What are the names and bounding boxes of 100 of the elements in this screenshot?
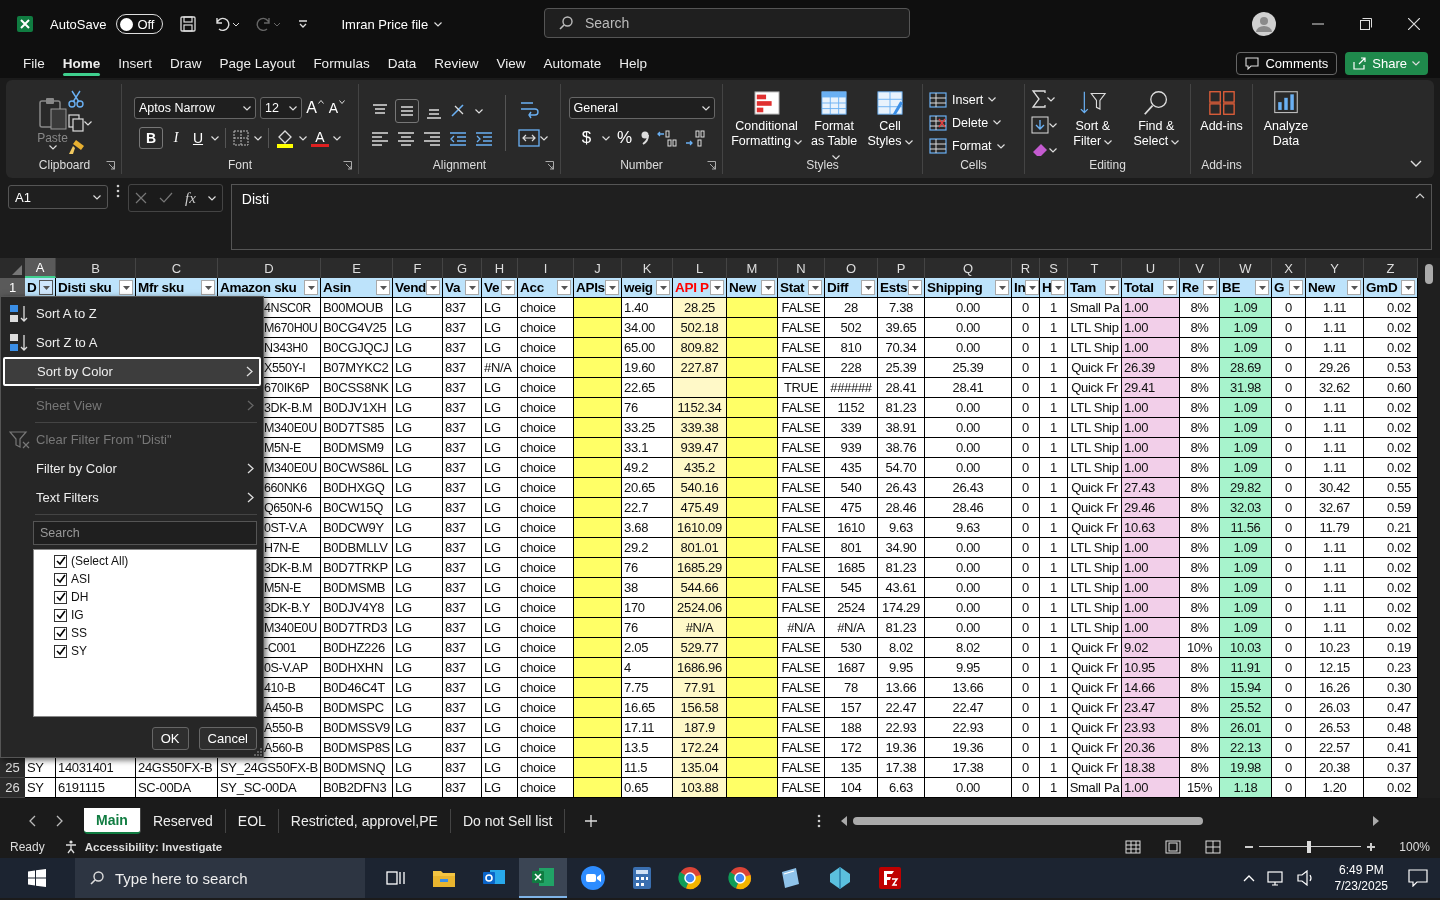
scroll-right-icon[interactable]: [1373, 816, 1380, 826]
column-header[interactable]: D: [218, 258, 321, 278]
file-transfer-app-icon[interactable]: [878, 866, 902, 890]
menu-item[interactable]: Sort by Color: [3, 357, 261, 386]
column-header[interactable]: Q: [925, 258, 1012, 278]
ribbon-button[interactable]: Sort & Filter: [1065, 90, 1121, 150]
dialog-launcher-icon[interactable]: [707, 160, 716, 170]
filter-dropdown-button[interactable]: [1163, 280, 1177, 295]
increase-indent-icon[interactable]: [475, 131, 493, 147]
calculator-icon[interactable]: [632, 866, 652, 890]
filter-dropdown-button[interactable]: [465, 280, 479, 295]
volume-icon[interactable]: [1296, 870, 1315, 886]
search-field[interactable]: Search: [544, 8, 910, 38]
cancel-icon[interactable]: [135, 192, 147, 204]
browser-icon[interactable]: [678, 866, 702, 890]
filter-dropdown-button[interactable]: [1105, 280, 1119, 295]
column-header[interactable]: F: [393, 258, 443, 278]
ribbon-tab[interactable]: Page Layout: [210, 50, 305, 76]
search-field[interactable]: Search: [33, 521, 257, 545]
share-button[interactable]: Share: [1345, 51, 1428, 75]
comma-style-icon[interactable]: [639, 130, 650, 146]
comments-button[interactable]: Comments: [1236, 51, 1338, 75]
ok-button[interactable]: OK: [151, 727, 189, 750]
file-title[interactable]: Imran Price file: [341, 16, 443, 32]
font-color-button[interactable]: A: [311, 129, 329, 147]
fill-down-icon[interactable]: [1031, 116, 1049, 134]
filter-dropdown-button[interactable]: [861, 280, 875, 295]
column-header[interactable]: Z: [1364, 258, 1418, 278]
row-number[interactable]: 1: [0, 278, 25, 298]
column-header[interactable]: Y: [1306, 258, 1364, 278]
collapse-icon[interactable]: [1415, 193, 1425, 199]
ribbon-tab[interactable]: Automate: [534, 50, 611, 76]
column-header[interactable]: O: [825, 258, 878, 278]
cut-icon[interactable]: [67, 90, 84, 108]
filter-dropdown-button[interactable]: [605, 280, 619, 295]
column-header[interactable]: P: [878, 258, 925, 278]
ribbon-button[interactable]: Conditional Formatting: [729, 90, 805, 150]
ribbon-button[interactable]: Format: [929, 136, 1005, 156]
maximize-icon[interactable]: [1360, 18, 1372, 30]
zoom-slider[interactable]: [1245, 841, 1376, 853]
accessibility-status[interactable]: Accessibility: Investigate: [84, 841, 223, 853]
ribbon-tab[interactable]: Review: [425, 50, 488, 76]
percent-button[interactable]: %: [615, 127, 634, 149]
formula-input[interactable]: Disti: [230, 184, 1432, 250]
sheet-tab[interactable]: Do not Sell list: [450, 809, 566, 833]
ribbon-tab[interactable]: Draw: [161, 50, 211, 76]
filter-dropdown-button[interactable]: [1051, 280, 1066, 295]
checkbox[interactable]: [54, 626, 67, 640]
analyze-data-button[interactable]: Analyze Data: [1259, 90, 1313, 149]
ribbon-tab[interactable]: Formulas: [304, 50, 379, 76]
sheet-tab[interactable]: EOL: [225, 809, 279, 833]
fill-color-icon[interactable]: [275, 128, 295, 148]
sheet-tab[interactable]: Reserved: [140, 809, 226, 833]
align-left-icon[interactable]: [371, 131, 389, 147]
scroll-left-icon[interactable]: [841, 816, 848, 826]
filter-dropdown-button[interactable]: [1025, 280, 1040, 295]
align-middle-icon[interactable]: [395, 99, 419, 123]
page-layout-view-icon[interactable]: [1165, 840, 1182, 854]
ribbon-tab[interactable]: Help: [610, 50, 657, 76]
column-header[interactable]: S: [1040, 258, 1068, 278]
column-header[interactable]: X: [1272, 258, 1306, 278]
column-header[interactable]: E: [321, 258, 393, 278]
row-number[interactable]: 25: [0, 758, 25, 778]
customize-icon[interactable]: [297, 18, 310, 30]
format-painter-icon[interactable]: [67, 138, 86, 156]
column-header[interactable]: A: [25, 258, 56, 278]
filter-dropdown-button[interactable]: [1401, 280, 1415, 295]
autosum-icon[interactable]: [1031, 90, 1047, 108]
add-sheet-icon[interactable]: [585, 815, 598, 827]
more-options-icon[interactable]: [116, 184, 120, 198]
dialog-launcher-icon[interactable]: [545, 160, 554, 170]
column-header[interactable]: L: [673, 258, 727, 278]
increase-font-size-button[interactable]: A: [306, 97, 324, 119]
filter-dropdown-button[interactable]: [557, 280, 571, 295]
filter-dropdown-button[interactable]: [908, 280, 922, 295]
browser-icon[interactable]: [728, 866, 752, 890]
italic-button[interactable]: I: [167, 127, 185, 149]
name-box[interactable]: A1: [8, 185, 108, 209]
eraser-icon[interactable]: [1031, 142, 1049, 158]
normal-view-icon[interactable]: [1125, 840, 1142, 854]
currency-button[interactable]: $: [577, 127, 596, 149]
filter-dropdown-button[interactable]: [656, 280, 670, 295]
decrease-decimal-icon[interactable]: [683, 129, 706, 147]
page-break-view-icon[interactable]: [1205, 840, 1222, 854]
column-header[interactable]: C: [136, 258, 218, 278]
row-number[interactable]: 26: [0, 778, 25, 798]
column-header[interactable]: H: [482, 258, 518, 278]
column-header[interactable]: V: [1180, 258, 1220, 278]
ribbon-tab[interactable]: Home: [53, 50, 110, 76]
windows-start-icon[interactable]: [28, 869, 46, 887]
increase-decimal-icon[interactable]: [655, 129, 678, 147]
redo-icon[interactable]: [255, 15, 282, 33]
checkbox[interactable]: [54, 608, 67, 622]
filter-dropdown-button[interactable]: [1289, 280, 1303, 295]
align-center-icon[interactable]: [397, 131, 415, 147]
decrease-indent-icon[interactable]: [449, 131, 467, 147]
ribbon-tab[interactable]: View: [487, 50, 535, 76]
notifications-icon[interactable]: [1408, 869, 1428, 887]
app-icon[interactable]: [828, 866, 852, 890]
filter-dropdown-button[interactable]: [1347, 280, 1361, 295]
